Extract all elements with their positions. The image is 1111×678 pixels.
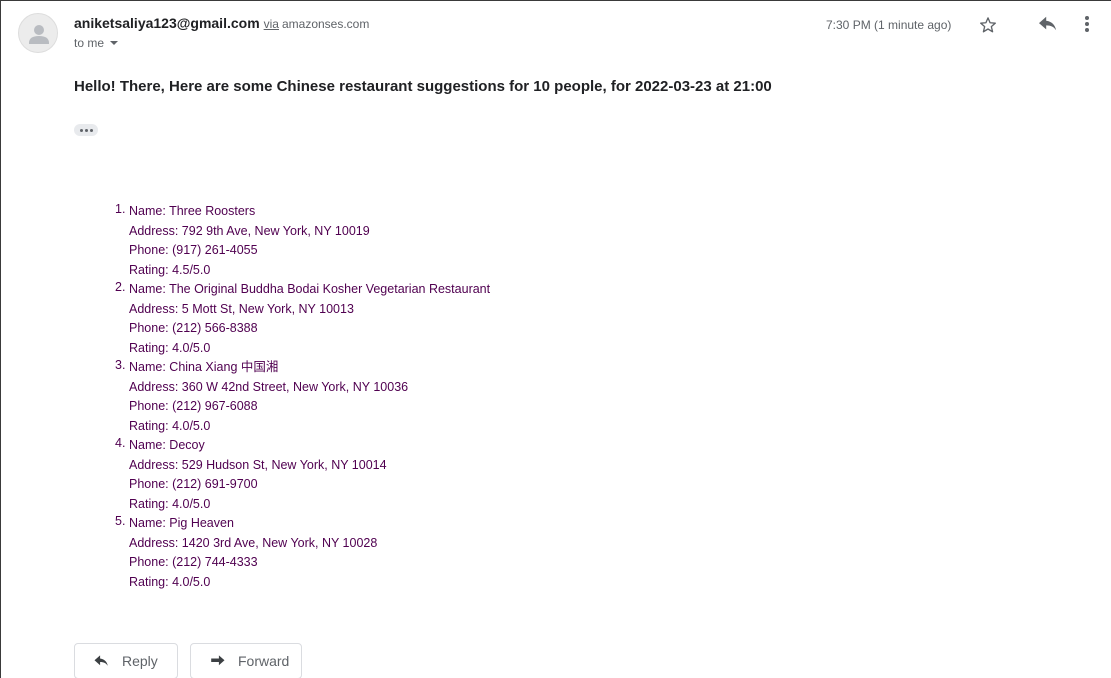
ellipsis-dot-icon	[79, 128, 83, 132]
forward-arrow-icon	[209, 654, 226, 668]
recipient-details-toggle[interactable]: to me	[74, 36, 119, 50]
restaurant-number: 1.	[115, 202, 126, 216]
forward-button-label: Forward	[238, 653, 290, 669]
reply-button[interactable]: Reply	[74, 643, 178, 678]
avatar[interactable]	[18, 13, 58, 53]
restaurant-item: 3. Name: China Xiang 中国湘 Address: 360 W …	[109, 358, 490, 436]
restaurant-rating: Rating: 4.0/5.0	[129, 418, 211, 433]
restaurant-name: Name: Three Roosters	[129, 204, 256, 218]
reply-icon-button[interactable]	[1035, 12, 1061, 36]
avatar-person-icon	[29, 25, 49, 44]
restaurant-item: 4. Name: Decoy Address: 529 Hudson St, N…	[109, 436, 490, 514]
restaurant-number: 5.	[115, 514, 126, 528]
ellipsis-dot-icon	[84, 128, 88, 132]
reply-button-label: Reply	[122, 653, 158, 669]
show-trimmed-content-button[interactable]	[74, 124, 98, 136]
restaurant-number: 4.	[115, 436, 126, 450]
star-outline-icon	[980, 17, 996, 33]
message-timestamp: 7:30 PM (1 minute ago)	[826, 18, 952, 32]
restaurant-rating: Rating: 4.0/5.0	[129, 496, 211, 511]
restaurant-number: 2.	[115, 280, 126, 294]
email-message-view: aniketsaliya123@gmail.com via amazonses.co…	[0, 0, 1111, 678]
restaurant-item: 2. Name: The Original Buddha Bodai Koshe…	[109, 280, 490, 358]
restaurant-name: Name: Pig Heaven	[129, 516, 234, 530]
sender-line: aniketsaliya123@gmail.com via amazonses.co…	[74, 15, 369, 31]
sender-email[interactable]: aniketsaliya123@gmail.com	[74, 15, 260, 31]
restaurant-rating: Rating: 4.5/5.0	[129, 262, 211, 277]
restaurant-phone: Phone: (212) 566-8388	[129, 321, 258, 335]
more-vertical-icon	[1085, 16, 1089, 32]
star-button[interactable]	[977, 14, 999, 36]
restaurant-item: 1. Name: Three Roosters Address: 792 9th…	[109, 202, 490, 280]
restaurant-address: Address: 529 Hudson St, New York, NY 100…	[129, 457, 387, 472]
message-subject-line: Hello! There, Here are some Chinese rest…	[74, 78, 772, 95]
recipient-label: to me	[74, 36, 105, 50]
ellipsis-dot-icon	[89, 128, 93, 132]
via-link[interactable]: via	[264, 17, 279, 31]
restaurant-name: Name: Decoy	[129, 438, 205, 452]
restaurant-phone: Phone: (212) 691-9700	[129, 477, 258, 491]
restaurant-number: 3.	[115, 358, 126, 372]
restaurant-item: 5. Name: Pig Heaven Address: 1420 3rd Av…	[109, 514, 490, 592]
chevron-down-icon	[110, 41, 119, 45]
restaurant-phone: Phone: (917) 261-4055	[129, 243, 258, 257]
restaurant-name: Name: China Xiang 中国湘	[129, 360, 279, 374]
reply-arrow-icon	[1039, 16, 1057, 31]
restaurant-list: 1. Name: Three Roosters Address: 792 9th…	[109, 202, 490, 592]
restaurant-rating: Rating: 4.0/5.0	[129, 574, 211, 589]
more-options-button[interactable]	[1077, 12, 1097, 36]
restaurant-name: Name: The Original Buddha Bodai Kosher V…	[129, 282, 491, 296]
restaurant-rating: Rating: 4.0/5.0	[129, 340, 211, 355]
restaurant-address: Address: 1420 3rd Ave, New York, NY 1002…	[129, 535, 378, 550]
via-domain: amazonses.com	[281, 17, 370, 31]
reply-arrow-icon	[93, 654, 110, 668]
restaurant-phone: Phone: (212) 744-4333	[129, 555, 258, 569]
restaurant-address: Address: 792 9th Ave, New York, NY 10019	[129, 223, 370, 238]
forward-button[interactable]: Forward	[190, 643, 302, 678]
restaurant-address: Address: 5 Mott St, New York, NY 10013	[129, 301, 354, 316]
restaurant-phone: Phone: (212) 967-6088	[129, 399, 258, 413]
restaurant-address: Address: 360 W 42nd Street, New York, NY…	[129, 379, 409, 394]
